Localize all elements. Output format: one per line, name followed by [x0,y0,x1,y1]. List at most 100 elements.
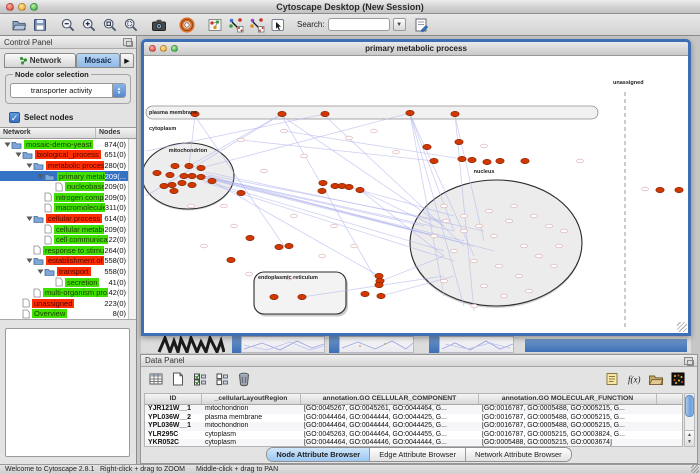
network-label[interactable]: response to stimulu [43,246,104,255]
column-header[interactable]: annotation.GO MOLECULAR_FUNCTION [479,394,657,404]
tree-row[interactable]: cellular metabol209(0) [0,224,136,235]
tab-node-attribute-browser[interactable]: Node Attribute Browser [267,448,370,461]
tree-row[interactable]: secretion41(0) [0,277,136,288]
node-small[interactable] [221,204,228,208]
network-label[interactable]: metabolic process [46,161,104,170]
network-label[interactable]: macromolecule [54,203,105,212]
attribute-matrix-icon[interactable] [669,370,687,388]
node-small[interactable] [551,264,558,268]
network-label[interactable]: unassigned [32,299,74,308]
network-label[interactable]: Overview [32,309,67,318]
node-small[interactable] [471,259,478,263]
search-options-dropdown[interactable]: ▼ [393,18,406,31]
table-row[interactable]: YKR052Ccytoplasm[GO:0044464, GO:0044446,… [145,439,682,447]
zoom-out-icon[interactable] [59,16,77,34]
node[interactable] [321,111,329,116]
node-small[interactable] [526,289,533,293]
network-label[interactable]: transport [57,267,91,276]
formula-builder-icon[interactable]: f(x) [625,370,643,388]
network-overlay-icon[interactable] [206,16,224,34]
node[interactable] [483,159,491,164]
network-view-window[interactable]: primary metabolic process plasma membran… [141,39,691,336]
node-small[interactable] [331,224,338,228]
node-small[interactable] [441,279,448,283]
node[interactable] [356,187,364,192]
column-header[interactable]: annotation.GO CELLULAR_COMPONENT [301,394,479,404]
node-small[interactable] [301,154,308,158]
table-row[interactable]: YLR295Ccytoplasm[GO:0045263, GO:0044464,… [145,431,682,440]
node[interactable] [166,172,174,177]
node[interactable] [188,173,196,178]
tree-row[interactable]: transport558(0) [0,266,136,277]
scrollbar-thumb[interactable] [685,395,694,417]
node[interactable] [246,235,254,240]
node[interactable] [170,188,178,193]
node[interactable] [237,190,245,195]
expander-icon[interactable] [3,141,11,148]
node[interactable] [168,182,176,187]
select-nodes-checkbox[interactable]: ✓ [9,112,20,123]
node-small[interactable] [188,204,195,208]
edge[interactable] [241,140,434,161]
column-header[interactable]: _cellularLayoutRegion [202,394,301,404]
edge[interactable] [204,178,434,236]
tree-row[interactable]: unassigned223(0) [0,298,136,309]
tree-row[interactable]: response to stimulu264(0) [0,245,136,256]
select-attributes-icon[interactable] [191,370,209,388]
resize-grip-icon[interactable] [677,322,687,332]
tree-row[interactable]: cellular process614(0) [0,213,136,224]
node-small[interactable] [577,159,584,163]
column-nodes[interactable]: Nodes [96,128,136,138]
edge[interactable] [201,113,410,168]
tab-network[interactable]: Network [4,53,76,68]
node-small[interactable] [521,244,528,248]
tree-row[interactable]: nitrogen compo209(0) [0,192,136,203]
node-small[interactable] [546,224,553,228]
node-small[interactable] [536,254,543,258]
node[interactable] [375,282,383,287]
node-small[interactable] [501,294,508,298]
node-small[interactable] [451,249,458,253]
network-label[interactable]: cellular metabol [54,225,104,234]
node[interactable] [153,170,161,175]
float-panel-icon[interactable] [123,38,132,46]
scrollbar-arrows[interactable]: ▲▼ [685,430,694,446]
node[interactable] [160,183,168,188]
tab-network-attribute-browser[interactable]: Network Attribute Browser [466,448,571,461]
node-small[interactable] [491,234,498,238]
node[interactable] [455,139,463,144]
network-canvas[interactable]: plasma membranecytoplasmmitochondrionnuc… [144,56,688,333]
edge[interactable] [189,114,282,166]
take-snapshot-icon[interactable] [150,16,168,34]
edge[interactable] [202,176,424,226]
more-tabs-button[interactable]: ▶ [120,53,134,68]
node-small[interactable] [561,229,568,233]
attribute-table-icon[interactable] [147,370,165,388]
tree-row[interactable]: mosaic-demo-yeast874(0) [0,139,136,150]
table-row[interactable]: YJR121W__1mitochondrion[GO:0045267, GO:0… [145,405,682,414]
tree-row[interactable]: biological_process651(0) [0,150,136,161]
node-small[interactable] [496,264,503,268]
node[interactable] [197,174,205,179]
column-network[interactable]: Network [0,128,96,138]
node-small[interactable] [281,129,288,133]
expander-icon[interactable] [25,215,33,222]
node-small[interactable] [476,224,483,228]
node[interactable] [285,243,293,248]
node-small[interactable] [431,234,438,238]
node[interactable] [180,173,188,178]
node-small[interactable] [461,229,468,233]
tree-row[interactable]: macromolecule311(0) [0,203,136,214]
node[interactable] [197,165,205,170]
node[interactable] [185,163,193,168]
node[interactable] [423,144,431,149]
network-label[interactable]: multi-organism pro [43,288,108,297]
float-panel-icon[interactable] [684,357,693,365]
node-small[interactable] [346,136,353,140]
expander-icon[interactable] [36,173,44,180]
expander-icon[interactable] [36,268,44,275]
edge[interactable] [282,116,444,226]
tree-row[interactable]: establishment of lo558(0) [0,256,136,267]
import-attributes-icon[interactable] [647,370,665,388]
table-row[interactable]: YPL036W__1mitochondrion[GO:0044464, GO:0… [145,422,682,431]
